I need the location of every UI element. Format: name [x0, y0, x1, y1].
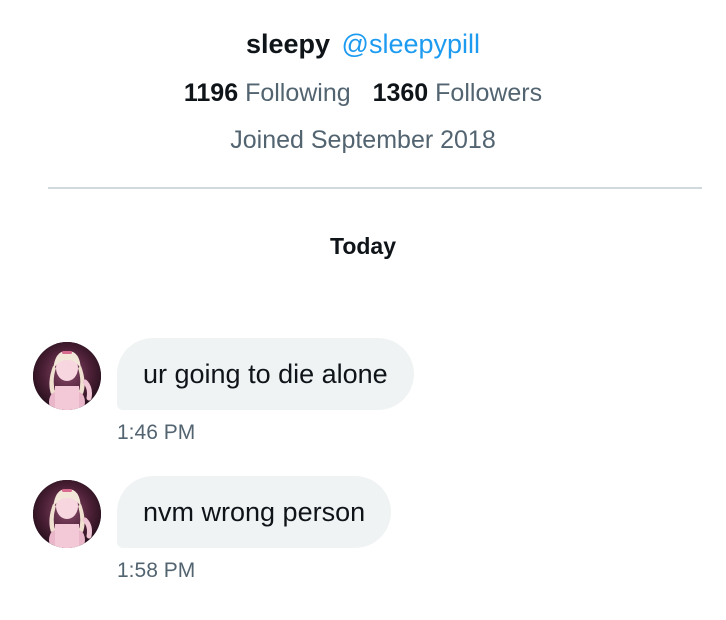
avatar[interactable] — [33, 342, 101, 410]
avatar-image — [33, 480, 101, 548]
profile-stats: 1196 Following 1360 Followers — [0, 76, 726, 110]
following-link[interactable]: 1196 Following — [184, 79, 358, 107]
following-count: 1196 — [183, 79, 239, 107]
avatar-image — [33, 342, 101, 410]
message-bubble[interactable]: ur going to die alone — [117, 338, 414, 410]
profile-name-line[interactable]: sleepy @sleepypill — [0, 26, 726, 62]
joined-date: Joined September 2018 — [230, 126, 496, 154]
followers-label: Followers — [435, 79, 543, 107]
avatar[interactable] — [33, 480, 101, 548]
header-divider — [48, 187, 702, 189]
followers-count: 1360 — [372, 79, 429, 107]
date-separator: Today — [329, 233, 397, 259]
message-bubble[interactable]: nvm wrong person — [117, 476, 392, 548]
following-label: Following — [245, 79, 351, 107]
message-timestamp: 1:58 PM — [117, 559, 196, 582]
display-name[interactable]: sleepy — [246, 29, 330, 59]
message-timestamp: 1:46 PM — [117, 421, 196, 444]
followers-link[interactable]: 1360 Followers — [373, 79, 543, 107]
user-handle[interactable]: @sleepypill — [342, 29, 480, 59]
